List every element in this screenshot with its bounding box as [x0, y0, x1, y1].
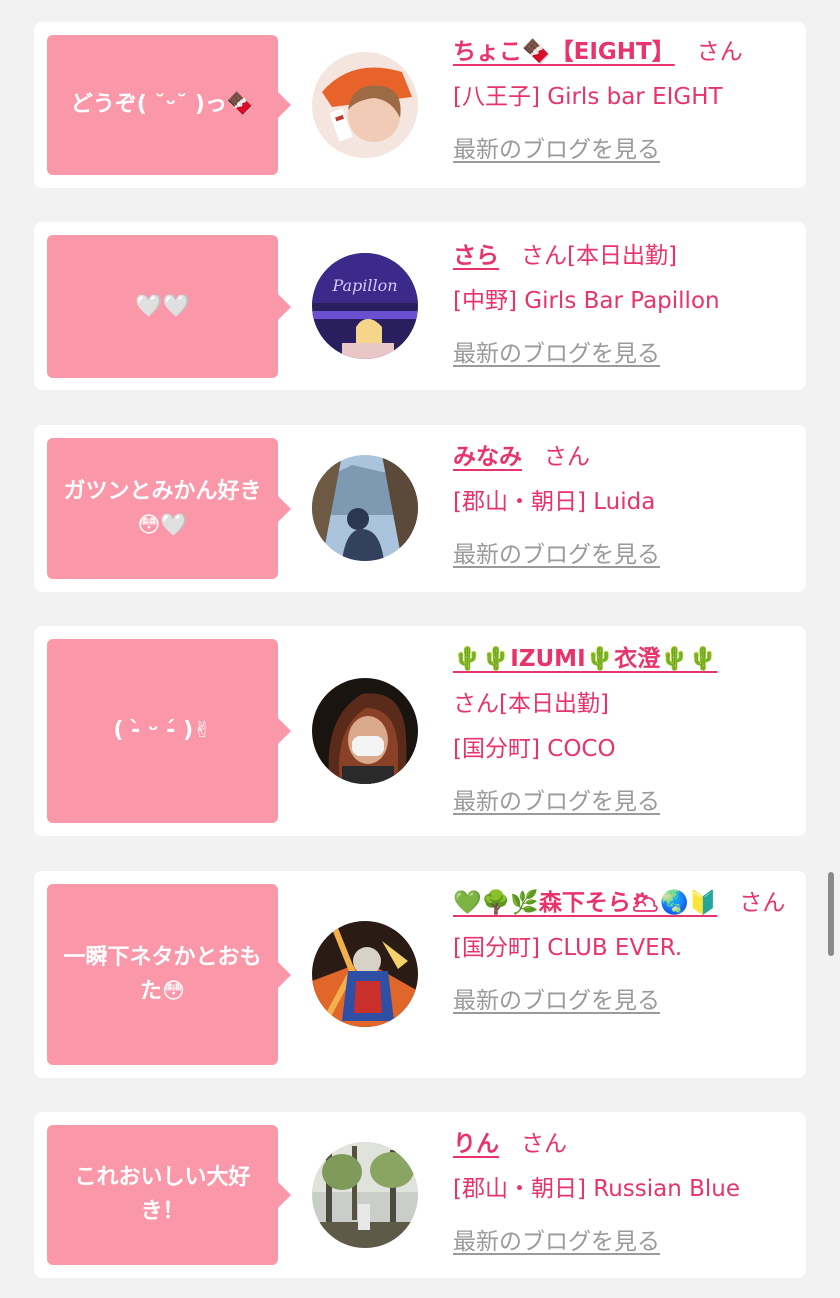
latest-blog-link[interactable]: 最新のブログを見る — [453, 533, 660, 578]
cast-name-link[interactable]: みなみ — [453, 444, 522, 470]
honorific: さん — [521, 243, 567, 269]
latest-blog-link[interactable]: 最新のブログを見る — [453, 979, 660, 1024]
message-text: どうぞ( ˘ᵕ˘ )っ🍫 — [70, 92, 255, 117]
message-bubble: ガツンとみかん好き😳🤍 — [47, 438, 291, 579]
avatar[interactable]: Papillon — [312, 253, 418, 359]
message-card: 一瞬下ネタかとおもた😳 💚🌳🌿森下そら🌥🌏🔰 さん [国分町] CLUB EVER… — [34, 871, 806, 1078]
message-card: どうぞ( ˘ᵕ˘ )っ🍫 ちょこ🍫【EIGHT】 さん [八王子] Girls b… — [34, 22, 806, 188]
message-card: 🤍🤍 Papillon さら さん[本日出勤] [中野] Girls Bar Pa… — [34, 222, 806, 390]
message-bubble: どうぞ( ˘ᵕ˘ )っ🍫 — [47, 35, 291, 175]
cast-info: さら さん[本日出勤] [中野] Girls Bar Papillon 最新のブロ… — [453, 234, 798, 377]
avatar[interactable] — [312, 52, 418, 158]
cast-name-line: さら さん[本日出勤] — [453, 234, 798, 279]
shop-name: [郡山・朝日] Russian Blue — [453, 1176, 741, 1202]
latest-blog-link[interactable]: 最新のブログを見る — [453, 332, 660, 377]
message-text: これおいしい大好き！ — [74, 1165, 251, 1224]
honorific: さん — [521, 1131, 567, 1157]
shop-name: [中野] Girls Bar Papillon — [453, 288, 720, 314]
avatar[interactable] — [312, 678, 418, 784]
honorific: さん — [696, 39, 743, 65]
cast-name-link[interactable]: りん — [453, 1131, 499, 1157]
honorific: さん — [739, 890, 786, 916]
avatar-image: Papillon — [312, 253, 418, 359]
cast-info: 💚🌳🌿森下そら🌥🌏🔰 さん [国分町] CLUB EVER. 最新のブログを見る — [453, 881, 798, 1024]
scrollbar[interactable] — [828, 872, 834, 956]
message-text: ( -̀ ᵕ -́ )✌ — [113, 718, 212, 743]
message-text: 🤍🤍 — [135, 293, 190, 319]
work-status: [本日出勤] — [567, 243, 677, 269]
cast-name-link[interactable]: ちょこ🍫【EIGHT】 — [453, 39, 675, 65]
avatar-image — [312, 678, 418, 784]
avatar-image — [312, 52, 418, 158]
cast-name-line: 💚🌳🌿森下そら🌥🌏🔰 さん — [453, 881, 798, 926]
honorific: さん — [544, 444, 590, 470]
message-card: これおいしい大好き！ りん さん [郡山・朝日] Russian Blue 最新の… — [34, 1112, 806, 1278]
avatar[interactable] — [312, 1142, 418, 1248]
honorific: さん — [453, 691, 499, 717]
latest-blog-link[interactable]: 最新のブログを見る — [453, 128, 660, 173]
cast-info: みなみ さん [郡山・朝日] Luida 最新のブログを見る — [453, 435, 798, 578]
latest-blog-link[interactable]: 最新のブログを見る — [453, 780, 660, 825]
work-status: [本日出勤] — [499, 691, 609, 717]
cast-name-line: りん さん — [453, 1122, 798, 1167]
message-card: ( -̀ ᵕ -́ )✌ 🌵🌵IZUMI🌵衣澄🌵🌵 さん[本日出勤] [国分町] … — [34, 626, 806, 836]
cast-name-line: 🌵🌵IZUMI🌵衣澄🌵🌵 さん[本日出勤] — [453, 637, 798, 727]
cast-name-link[interactable]: 💚🌳🌿森下そら🌥🌏🔰 — [453, 890, 717, 916]
message-bubble: これおいしい大好き！ — [47, 1125, 291, 1265]
shop-name: [郡山・朝日] Luida — [453, 489, 656, 515]
message-card: ガツンとみかん好き😳🤍 みなみ さん [郡山・朝日] Luida 最新のブログを見… — [34, 425, 806, 592]
avatar[interactable] — [312, 455, 418, 561]
avatar-image — [312, 1142, 418, 1248]
shop-name: [国分町] COCO — [453, 736, 616, 762]
message-text: 一瞬下ネタかとおもた😳 — [63, 944, 262, 1004]
latest-blog-link[interactable]: 最新のブログを見る — [453, 1220, 660, 1265]
cast-name-line: みなみ さん — [453, 435, 798, 480]
cast-info: ちょこ🍫【EIGHT】 さん [八王子] Girls bar EIGHT 最新のブ… — [453, 30, 798, 173]
shop-name: [国分町] CLUB EVER. — [453, 935, 683, 961]
avatar-image — [312, 455, 418, 561]
cast-name-link[interactable]: 🌵🌵IZUMI🌵衣澄🌵🌵 — [453, 646, 718, 672]
avatar-image — [312, 921, 418, 1027]
svg-text:Papillon: Papillon — [331, 276, 397, 295]
message-bubble: 一瞬下ネタかとおもた😳 — [47, 884, 291, 1065]
message-bubble: 🤍🤍 — [47, 235, 291, 378]
message-bubble: ( -̀ ᵕ -́ )✌ — [47, 639, 291, 823]
shop-name: [八王子] Girls bar EIGHT — [453, 84, 723, 110]
cast-name-link[interactable]: さら — [453, 243, 499, 269]
avatar[interactable] — [312, 921, 418, 1027]
cast-name-line: ちょこ🍫【EIGHT】 さん — [453, 30, 798, 75]
message-text: ガツンとみかん好き😳🤍 — [63, 478, 262, 538]
cast-info: りん さん [郡山・朝日] Russian Blue 最新のブログを見る — [453, 1122, 798, 1265]
cast-info: 🌵🌵IZUMI🌵衣澄🌵🌵 さん[本日出勤] [国分町] COCO 最新のブログを見… — [453, 637, 798, 825]
